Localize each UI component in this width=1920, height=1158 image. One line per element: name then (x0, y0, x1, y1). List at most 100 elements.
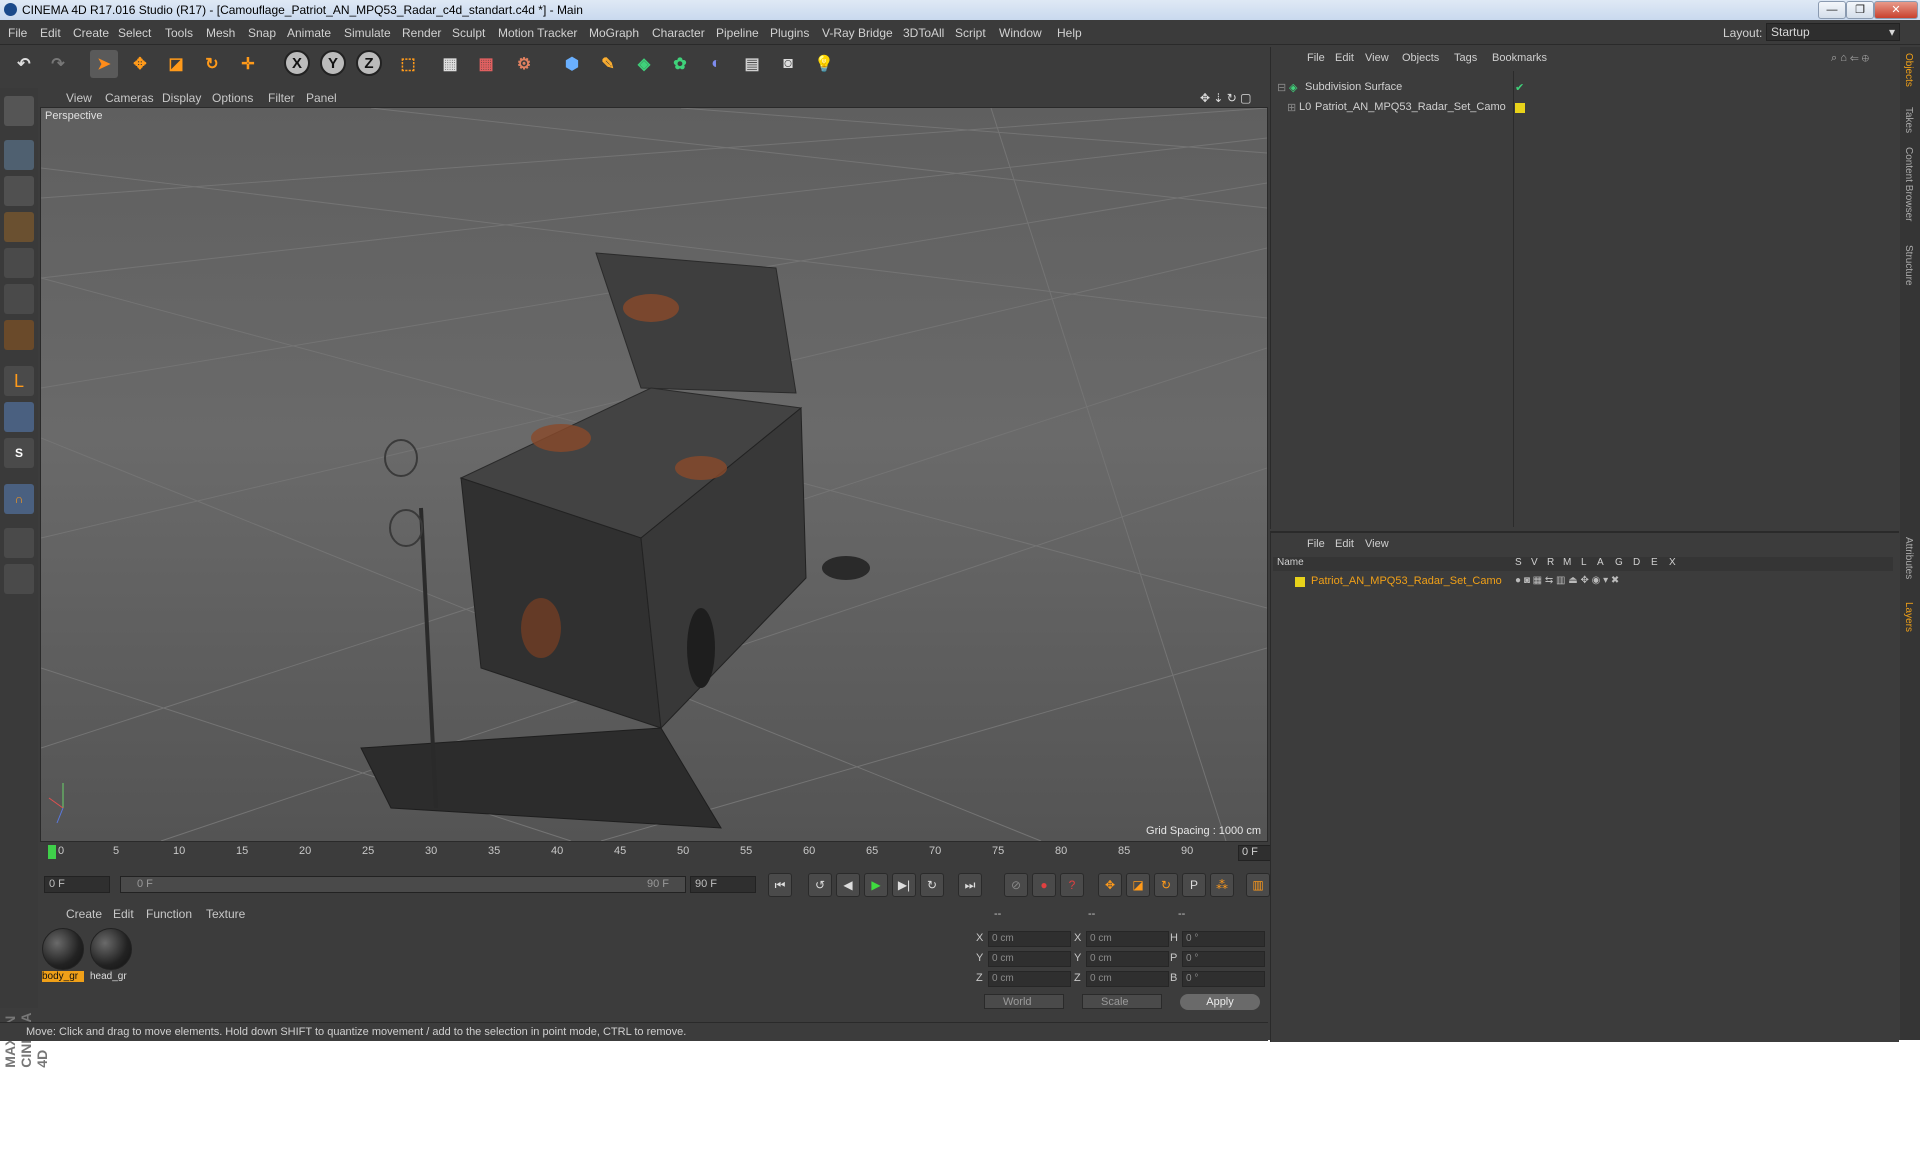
rot-p-field[interactable]: 0 ° (1182, 951, 1265, 967)
snap-icon[interactable]: S (4, 438, 34, 468)
menu-mesh[interactable]: Mesh (206, 26, 235, 40)
material-menu-create[interactable]: Create (66, 907, 102, 921)
size-z-field[interactable]: 0 cm (1086, 971, 1169, 987)
column-g[interactable]: G (1615, 557, 1623, 568)
column-x[interactable]: X (1669, 557, 1676, 568)
apply-button[interactable]: Apply (1180, 994, 1260, 1010)
tab-objects[interactable]: Objects (1903, 53, 1914, 87)
points-mode-icon[interactable] (4, 248, 34, 278)
previous-key-icon[interactable]: ↺ (808, 873, 832, 897)
column-s[interactable]: S (1515, 557, 1522, 568)
keyframe-selection-icon[interactable]: ⊘ (1004, 873, 1028, 897)
menu-select[interactable]: Select (118, 26, 151, 40)
key-pla-icon[interactable]: ⁂ (1210, 873, 1234, 897)
objects-menu-tags[interactable]: Tags (1454, 52, 1477, 64)
key-parameter-icon[interactable]: P (1182, 873, 1206, 897)
size-x-field[interactable]: 0 cm (1086, 931, 1169, 947)
menu-sculpt[interactable]: Sculpt (452, 26, 485, 40)
rot-b-field[interactable]: 0 ° (1182, 971, 1265, 987)
mograph-cloner-icon[interactable]: ✿ (666, 50, 694, 78)
object-row[interactable]: ⊞ L0 Patriot_AN_MPQ53_Radar_Set_Camo (1273, 101, 1893, 119)
material-menu-edit[interactable]: Edit (113, 907, 134, 921)
column-d[interactable]: D (1633, 557, 1640, 568)
enabled-check-icon[interactable]: ✔ (1515, 81, 1524, 94)
key-rotation-icon[interactable]: ↻ (1154, 873, 1178, 897)
column-a[interactable]: A (1597, 557, 1604, 568)
column-r[interactable]: R (1547, 557, 1554, 568)
menu-edit[interactable]: Edit (40, 26, 61, 40)
viewport-navigate-icons[interactable]: ✥ ⇣ ↻ ▢ (1200, 91, 1252, 105)
size-y-field[interactable]: 0 cm (1086, 951, 1169, 967)
layer-name[interactable]: Patriot_AN_MPQ53_Radar_Set_Camo (1311, 575, 1502, 587)
record-icon[interactable]: ● (1032, 873, 1056, 897)
undo-icon[interactable]: ↶ (10, 50, 38, 78)
deformer-icon[interactable]: ◐ (702, 50, 730, 78)
viewport-menu-panel[interactable]: Panel (306, 91, 337, 105)
tab-content-browser[interactable]: Content Browser (1903, 147, 1914, 221)
menu-3dtoall[interactable]: 3DToAll (903, 26, 944, 40)
z-axis-button[interactable]: Z (356, 50, 382, 76)
objects-menu-file[interactable]: File (1307, 52, 1325, 64)
material-swatch[interactable]: body_gr (42, 928, 84, 982)
pos-x-field[interactable]: 0 cm (988, 931, 1071, 947)
menu-pipeline[interactable]: Pipeline (716, 26, 759, 40)
light-bulb-icon[interactable]: 💡 (810, 50, 838, 78)
column-v[interactable]: V (1531, 557, 1538, 568)
transform-tool-icon[interactable]: ✛ (234, 50, 262, 78)
menu-file[interactable]: File (8, 26, 27, 40)
play-icon[interactable]: ▶ (864, 873, 888, 897)
pos-y-field[interactable]: 0 cm (988, 951, 1071, 967)
objects-menu-view[interactable]: View (1365, 52, 1389, 64)
texture-mode-icon[interactable] (4, 176, 34, 206)
timeline-ruler[interactable]: 0 5 10 15 20 25 30 35 40 45 50 55 60 65 … (38, 842, 1305, 864)
camera-icon[interactable]: ◙ (774, 50, 802, 78)
maximize-button[interactable]: ❐ (1846, 1, 1874, 19)
tweak-mode-icon[interactable] (4, 402, 34, 432)
objects-menu-edit[interactable]: Edit (1335, 52, 1354, 64)
collapse-icon[interactable]: ⊟ (1277, 81, 1286, 94)
search-icon[interactable]: ⌕ ⌂ ⇐ ⊕ (1831, 52, 1869, 65)
pos-z-field[interactable]: 0 cm (988, 971, 1071, 987)
make-editable-icon[interactable] (4, 96, 34, 126)
menu-simulate[interactable]: Simulate (344, 26, 391, 40)
scale-select[interactable]: Scale (1082, 994, 1162, 1009)
go-to-end-icon[interactable]: ⏭ (958, 873, 982, 897)
x-axis-button[interactable]: X (284, 50, 310, 76)
key-position-icon[interactable]: ✥ (1098, 873, 1122, 897)
menu-help[interactable]: Help (1057, 26, 1082, 40)
edges-mode-icon[interactable] (4, 284, 34, 314)
key-scale-icon[interactable]: ◪ (1126, 873, 1150, 897)
tab-structure[interactable]: Structure (1903, 245, 1914, 286)
3d-viewport[interactable]: Perspective Grid Spacing : 1000 cm (40, 107, 1268, 842)
viewport-menu-cameras[interactable]: Cameras (105, 91, 154, 105)
render-view-icon[interactable]: ▦ (436, 50, 464, 78)
timeline-window-icon[interactable]: ▥ (1246, 873, 1270, 897)
menu-motion-tracker[interactable]: Motion Tracker (498, 26, 577, 40)
layers-menu-view[interactable]: View (1365, 538, 1389, 550)
world-select[interactable]: World (984, 994, 1064, 1009)
layer-color-tag[interactable] (1515, 103, 1525, 113)
playhead-marker[interactable] (48, 845, 56, 859)
scale-tool-icon[interactable]: ◪ (162, 50, 190, 78)
frame-range-slider[interactable]: 0 F 90 F (120, 876, 686, 893)
coordinate-system-icon[interactable]: ⬚ (394, 50, 422, 78)
model-mode-icon[interactable] (4, 140, 34, 170)
go-to-start-icon[interactable]: ⏮ (768, 873, 792, 897)
menu-snap[interactable]: Snap (248, 26, 276, 40)
tab-attributes[interactable]: Attributes (1903, 537, 1914, 579)
rotate-tool-icon[interactable]: ↻ (198, 50, 226, 78)
menu-mograph[interactable]: MoGraph (589, 26, 639, 40)
y-axis-button[interactable]: Y (320, 50, 346, 76)
menu-plugins[interactable]: Plugins (770, 26, 809, 40)
viewport-menu-filter[interactable]: Filter (268, 91, 295, 105)
menu-animate[interactable]: Animate (287, 26, 331, 40)
axis-mode-icon[interactable]: L (4, 366, 34, 396)
magnet-icon[interactable]: ∩ (4, 484, 34, 514)
viewport-menu-options[interactable]: Options (212, 91, 253, 105)
render-settings-icon[interactable]: ⚙ (510, 50, 538, 78)
objects-menu-bookmarks[interactable]: Bookmarks (1492, 52, 1547, 64)
menu-vray-bridge[interactable]: V-Ray Bridge (822, 26, 893, 40)
workplane-mode-icon[interactable] (4, 212, 34, 242)
column-m[interactable]: M (1563, 557, 1571, 568)
tab-layers[interactable]: Layers (1903, 602, 1914, 632)
